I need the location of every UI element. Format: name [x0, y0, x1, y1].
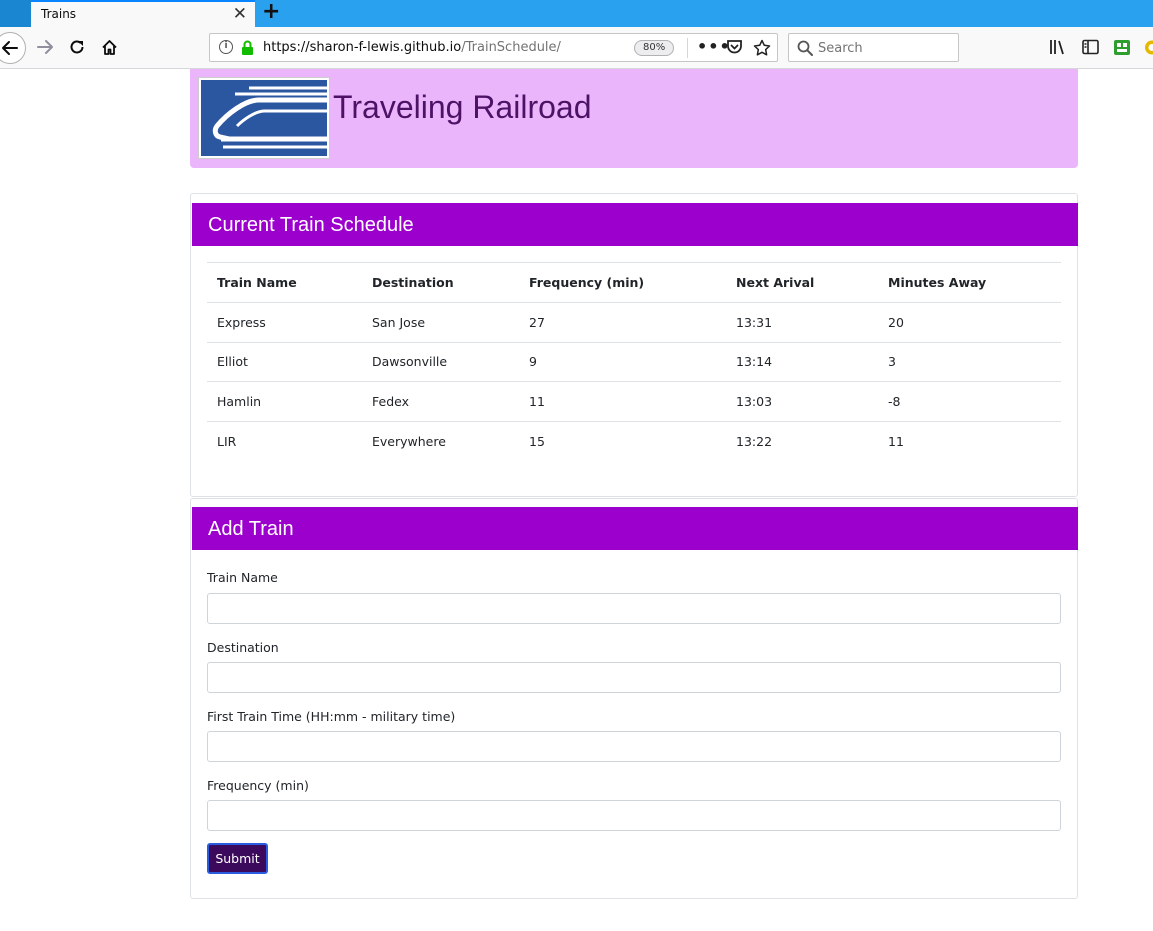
column-header: Destination — [362, 262, 519, 303]
site-title: Traveling Railroad — [333, 89, 592, 125]
browser-tab-trains[interactable]: Trains ✕ — [31, 0, 255, 27]
info-icon[interactable]: i — [219, 40, 233, 54]
cell-next-arrival: 13:03 — [726, 381, 878, 422]
destination-input[interactable] — [207, 662, 1061, 693]
cell-train-name: Hamlin — [207, 381, 362, 422]
cell-minutes-away: 20 — [878, 302, 1061, 343]
extension-2-icon[interactable] — [1143, 39, 1153, 56]
frequency-input[interactable] — [207, 800, 1061, 831]
browser-toolbar: i https://sharon-f-lewis.github.io/Train… — [0, 27, 1153, 69]
extension-icon[interactable] — [1113, 39, 1131, 56]
column-header: Next Arival — [726, 262, 878, 303]
url-bar[interactable]: i https://sharon-f-lewis.github.io/Train… — [209, 33, 778, 62]
train-name-input[interactable] — [207, 593, 1061, 624]
close-tab-icon[interactable]: ✕ — [233, 3, 247, 25]
cell-train-name: Express — [207, 302, 362, 343]
search-icon — [797, 40, 813, 56]
forward-button[interactable] — [32, 34, 58, 60]
cell-destination: San Jose — [362, 302, 519, 343]
cell-minutes-away: 3 — [878, 342, 1061, 382]
reload-button[interactable] — [64, 34, 90, 60]
table-header-row: Train Name Destination Frequency (min) N… — [207, 262, 1061, 303]
cell-frequency: 27 — [519, 302, 726, 343]
cell-minutes-away: -8 — [878, 381, 1061, 422]
url-text[interactable]: https://sharon-f-lewis.github.io/TrainSc… — [263, 40, 561, 55]
add-train-card: Add Train Train Name Destination First T… — [190, 498, 1078, 899]
train-logo — [198, 77, 330, 159]
sidebar-icon[interactable] — [1082, 39, 1099, 55]
first-train-time-label: First Train Time (HH:mm - military time) — [207, 709, 456, 724]
search-input[interactable] — [818, 39, 953, 57]
schedule-heading: Current Train Schedule — [192, 203, 1078, 246]
add-train-heading: Add Train — [192, 507, 1078, 550]
lock-icon[interactable] — [241, 40, 254, 56]
cell-minutes-away: 11 — [888, 433, 904, 449]
home-button[interactable] — [96, 34, 122, 60]
column-header: Train Name — [207, 262, 362, 303]
home-icon — [101, 39, 117, 55]
train-icon — [201, 80, 327, 156]
schedule-card: Current Train Schedule Train Name Destin… — [190, 193, 1078, 497]
site-header: Traveling Railroad — [190, 69, 1078, 168]
cell-destination: Dawsonville — [362, 342, 519, 382]
cell-next-arrival: 13:14 — [726, 342, 878, 382]
zoom-indicator[interactable]: 80% — [634, 40, 675, 56]
destination-label: Destination — [207, 640, 279, 655]
cell-destination: Fedex — [362, 381, 519, 422]
reload-icon — [70, 40, 84, 54]
pocket-icon[interactable] — [726, 39, 743, 55]
cell-next-arrival: 13:22 — [736, 433, 773, 449]
cell-destination: Everywhere — [372, 433, 446, 449]
cell-train-name: LIR — [217, 433, 237, 449]
cell-frequency: 15 — [529, 433, 545, 449]
first-train-time-input[interactable] — [207, 731, 1061, 762]
cell-train-name: Elliot — [207, 342, 362, 382]
back-button[interactable] — [0, 32, 26, 64]
train-name-label: Train Name — [207, 570, 278, 585]
arrow-right-icon — [37, 40, 53, 54]
library-icon[interactable] — [1049, 39, 1066, 55]
submit-button[interactable]: Submit — [207, 843, 268, 874]
table-row: Elliot Dawsonville 9 13:14 3 — [207, 342, 1061, 382]
tab-title: Trains — [41, 7, 77, 21]
tab-overflow-stub[interactable] — [0, 0, 31, 27]
url-host: https://sharon-f-lewis.github.io — [263, 40, 462, 55]
new-tab-icon[interactable]: + — [262, 1, 280, 23]
arrow-left-icon — [2, 41, 18, 55]
url-divider — [687, 38, 688, 58]
table-row: LIR Everywhere 15 13:22 11 — [207, 421, 1061, 461]
browser-tab-bar: Trains ✕ + — [0, 0, 1153, 27]
url-path: /TrainSchedule/ — [461, 40, 561, 55]
column-header: Minutes Away — [878, 262, 1061, 303]
table-row: Hamlin Fedex 11 13:03 -8 — [207, 381, 1061, 422]
cell-frequency: 9 — [519, 342, 726, 382]
table-row: Express San Jose 27 13:31 20 — [207, 302, 1061, 343]
frequency-label: Frequency (min) — [207, 778, 309, 793]
cell-next-arrival: 13:31 — [726, 302, 878, 343]
column-header: Frequency (min) — [519, 262, 726, 303]
train-schedule-table: Train Name Destination Frequency (min) N… — [207, 262, 1061, 461]
bookmark-star-icon[interactable] — [753, 39, 771, 57]
search-bar[interactable] — [788, 33, 959, 62]
cell-frequency: 11 — [519, 381, 726, 422]
